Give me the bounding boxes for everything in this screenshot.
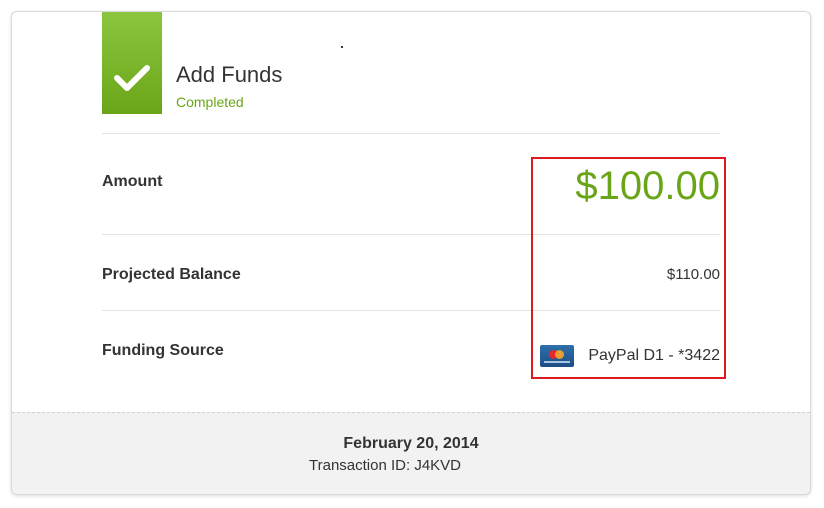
footer: February 20, 2014 Transaction ID: J4KVD bbox=[12, 412, 810, 494]
transaction-id: Transaction ID: J4KVD bbox=[309, 457, 461, 474]
status-text: Completed bbox=[176, 94, 244, 110]
completed-banner bbox=[102, 12, 162, 114]
divider bbox=[102, 133, 720, 134]
transaction-card: Add Funds Completed Amount $100.00 Proje… bbox=[11, 11, 811, 495]
projected-balance-label: Projected Balance bbox=[102, 266, 241, 283]
transaction-date: February 20, 2014 bbox=[343, 435, 479, 452]
highlight-box bbox=[531, 157, 726, 379]
stray-dot bbox=[341, 46, 343, 48]
amount-label: Amount bbox=[102, 173, 163, 190]
checkmark-icon bbox=[114, 65, 150, 91]
page-title: Add Funds bbox=[176, 62, 283, 87]
funding-source-label: Funding Source bbox=[102, 342, 224, 359]
